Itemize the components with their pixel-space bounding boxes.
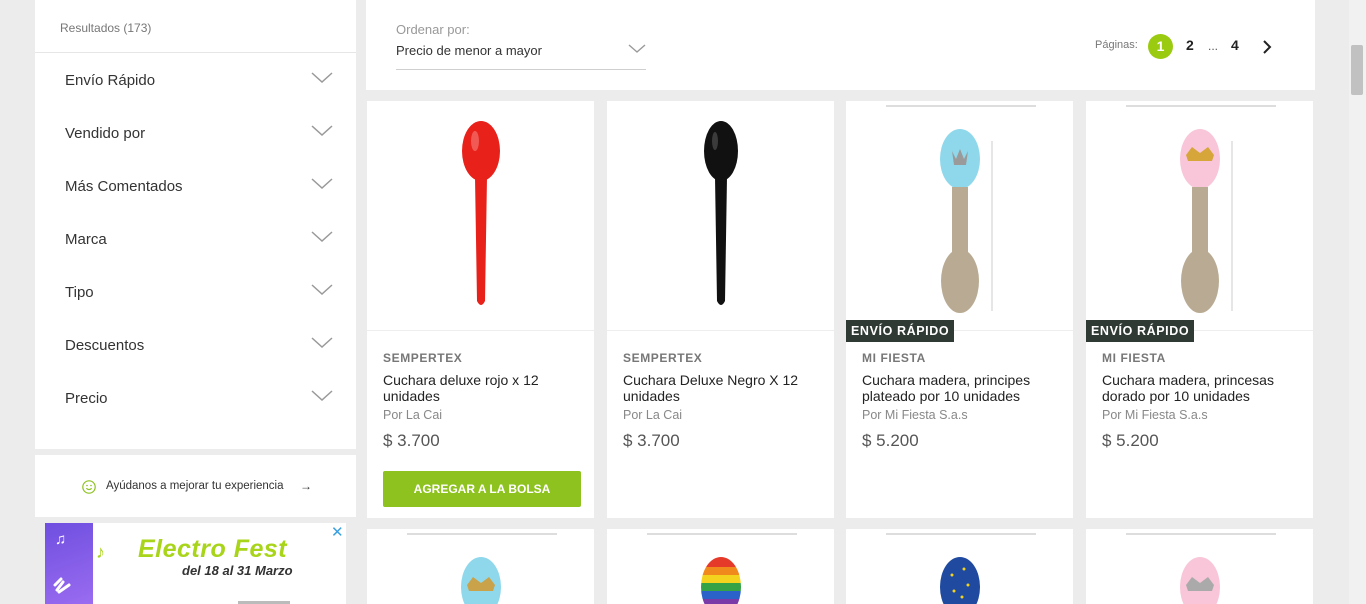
scrollbar-thumb[interactable]	[1351, 45, 1363, 95]
product-card[interactable]: ENVÍO RÁPIDO MI FIESTA Cuchara madera, p…	[1086, 101, 1313, 518]
red-spoon-image	[462, 121, 500, 305]
page-ellipsis: ...	[1208, 39, 1219, 53]
product-name[interactable]: Cuchara madera, principes plateado por 1…	[862, 372, 1062, 404]
smile-icon	[82, 480, 96, 494]
sort-underline	[396, 69, 646, 70]
chevron-down-icon	[311, 390, 333, 402]
arrow-right-icon: →	[300, 479, 312, 493]
product-seller[interactable]: Por La Cai	[623, 408, 682, 422]
chevron-down-icon	[311, 178, 333, 190]
fast-shipping-badge: ENVÍO RÁPIDO	[1086, 320, 1195, 342]
music-note-icon: ♪	[96, 542, 105, 562]
filter-envio-rapido[interactable]: Envío Rápido	[35, 53, 356, 106]
wooden-spoon-pink-image	[1126, 105, 1276, 313]
page-link[interactable]: 4	[1231, 37, 1239, 53]
music-note-icon: ♫	[55, 531, 67, 548]
feedback-link[interactable]: Ayúdanos a mejorar tu experiencia →	[35, 455, 356, 517]
product-card[interactable]: SEMPERTEX Cuchara Deluxe Negro X 12 unid…	[607, 101, 834, 518]
product-name[interactable]: Cuchara Deluxe Negro X 12 unidades	[623, 372, 823, 404]
filter-label: Tipo	[65, 284, 94, 301]
product-price: $ 3.700	[623, 431, 680, 450]
product-card[interactable]: SEMPERTEX Cuchara deluxe rojo x 12 unida…	[367, 101, 594, 518]
product-seller[interactable]: Por Mi Fiesta S.a.s	[1102, 408, 1208, 422]
filter-vendido-por[interactable]: Vendido por	[35, 106, 356, 159]
chevron-right-icon[interactable]	[1262, 40, 1272, 54]
page-current[interactable]: 1	[1148, 34, 1173, 59]
black-spoon-image	[704, 121, 738, 305]
star-spoon-image	[886, 533, 1036, 604]
promo-banner[interactable]: ♫ ♪ Electro Fest del 18 al 31 Marzo ✕	[45, 523, 346, 604]
chevron-down-icon	[311, 72, 333, 84]
close-icon[interactable]: ✕	[331, 523, 344, 541]
burst-icon	[53, 577, 71, 594]
add-to-bag-button[interactable]: AGREGAR A LA BOLSA	[383, 471, 581, 507]
wooden-spoon-blue-image	[407, 533, 557, 604]
filter-descuentos[interactable]: Descuentos	[35, 318, 356, 371]
product-card[interactable]	[367, 529, 594, 604]
page-scrollbar[interactable]	[1349, 0, 1366, 604]
product-image[interactable]	[607, 101, 834, 331]
product-seller[interactable]: Por La Cai	[383, 408, 442, 422]
filter-mas-comentados[interactable]: Más Comentados	[35, 159, 356, 212]
rainbow-spoon-image	[647, 533, 797, 604]
feedback-text: Ayúdanos a mejorar tu experiencia	[106, 480, 284, 492]
banner-title: Electro Fest	[138, 535, 288, 563]
chevron-down-icon	[311, 125, 333, 137]
filter-marca[interactable]: Marca	[35, 212, 356, 265]
product-price: $ 3.700	[383, 431, 440, 450]
chevron-down-icon	[628, 44, 646, 53]
fast-shipping-badge: ENVÍO RÁPIDO	[846, 320, 955, 342]
page-link[interactable]: 2	[1186, 37, 1194, 53]
product-price: $ 5.200	[1102, 431, 1159, 450]
product-image[interactable]	[846, 101, 1073, 331]
product-card[interactable]: ENVÍO RÁPIDO MI FIESTA Cuchara madera, p…	[846, 101, 1073, 518]
chevron-down-icon	[311, 231, 333, 243]
product-seller[interactable]: Por Mi Fiesta S.a.s	[862, 408, 968, 422]
filters-sidebar: Resultados (173) Envío Rápido Vendido po…	[35, 0, 356, 449]
wooden-spoon-blue-image	[886, 105, 1036, 313]
sort-bar: Ordenar por: Precio de menor a mayor Pág…	[366, 0, 1315, 90]
wooden-spoon-pink-image	[1126, 533, 1276, 604]
filter-tipo[interactable]: Tipo	[35, 265, 356, 318]
filter-label: Precio	[65, 390, 108, 407]
product-card[interactable]	[607, 529, 834, 604]
chevron-down-icon	[311, 337, 333, 349]
sort-caption: Ordenar por:	[396, 22, 470, 37]
product-image[interactable]	[1086, 101, 1313, 331]
filter-label: Envío Rápido	[65, 72, 156, 89]
product-brand: SEMPERTEX	[383, 351, 463, 365]
product-card[interactable]	[846, 529, 1073, 604]
filter-label: Marca	[65, 231, 107, 248]
filter-precio[interactable]: Precio	[35, 371, 356, 424]
product-brand: MI FIESTA	[862, 351, 926, 365]
product-card[interactable]	[1086, 529, 1313, 604]
pagination-caption: Páginas:	[1095, 39, 1138, 51]
filter-label: Descuentos	[65, 337, 145, 354]
product-image[interactable]	[367, 101, 594, 331]
filter-label: Más Comentados	[65, 178, 183, 195]
filter-label: Vendido por	[65, 125, 146, 142]
product-name[interactable]: Cuchara madera, princesas dorado por 10 …	[1102, 372, 1302, 404]
chevron-down-icon	[311, 284, 333, 296]
sort-value: Precio de menor a mayor	[396, 43, 542, 58]
banner-subtitle: del 18 al 31 Marzo	[182, 563, 293, 578]
product-brand: SEMPERTEX	[623, 351, 703, 365]
product-name[interactable]: Cuchara deluxe rojo x 12 unidades	[383, 372, 583, 404]
product-price: $ 5.200	[862, 431, 919, 450]
product-brand: MI FIESTA	[1102, 351, 1166, 365]
results-count: Resultados (173)	[35, 0, 356, 53]
